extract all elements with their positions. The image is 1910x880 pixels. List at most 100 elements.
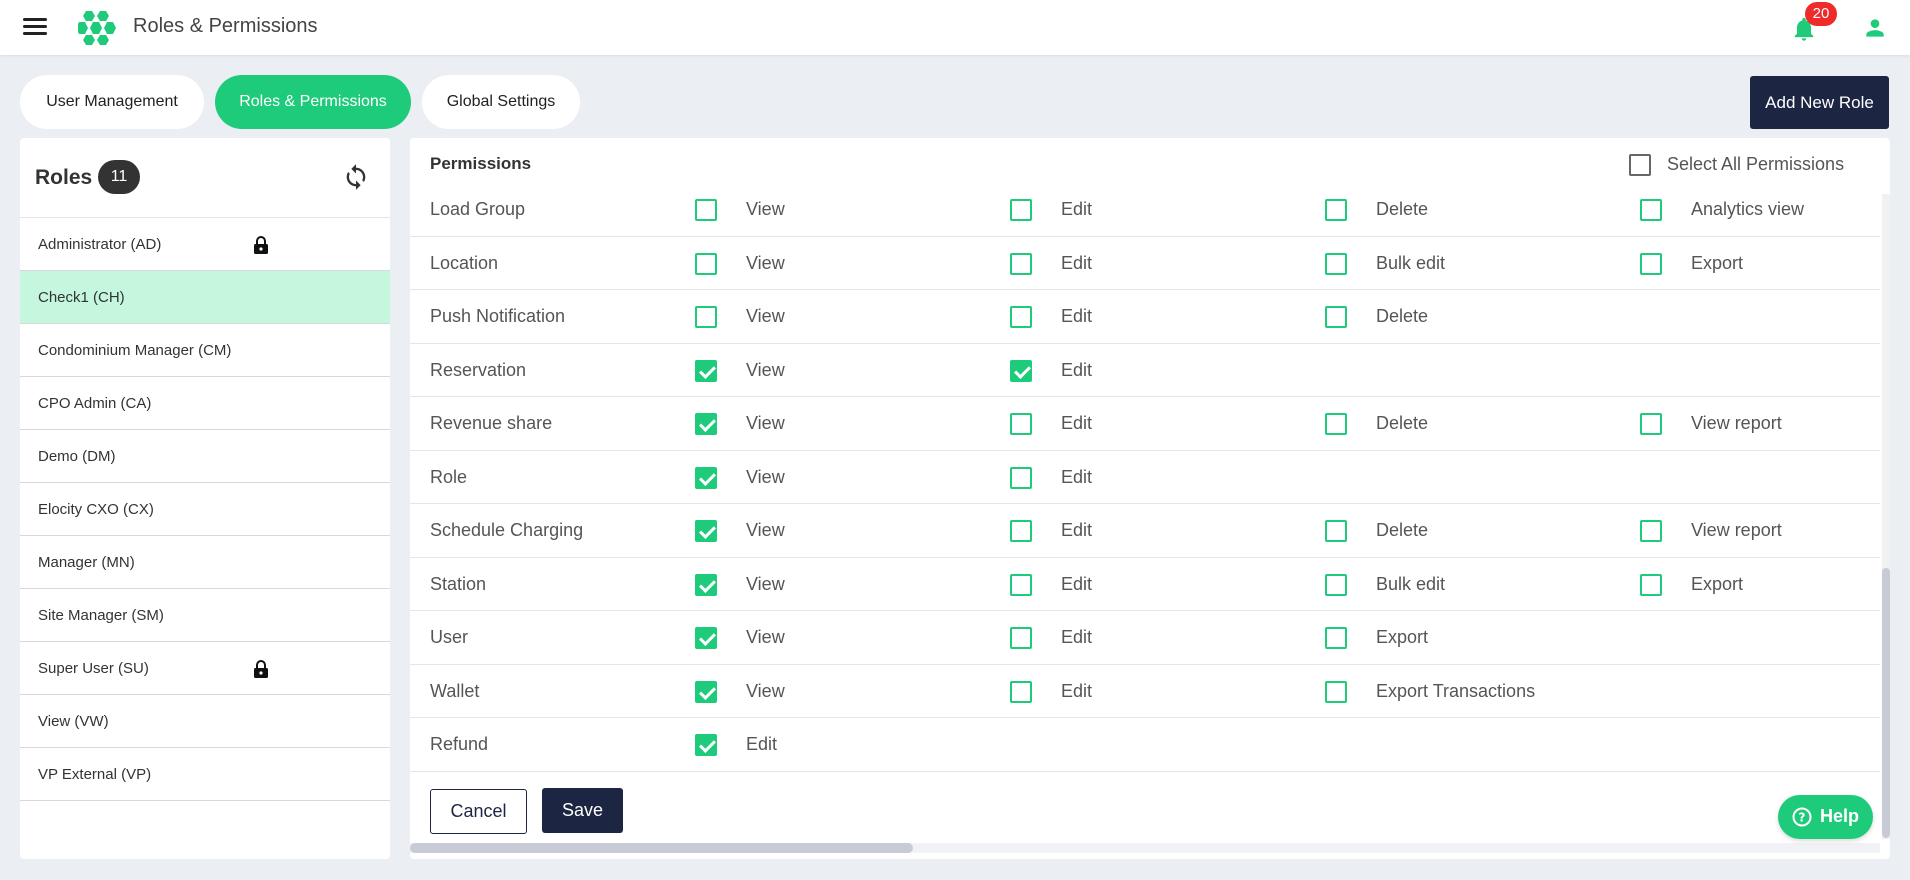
role-item[interactable]: Elocity CXO (CX) <box>20 483 390 536</box>
permission-label: Bulk edit <box>1376 573 1446 594</box>
add-new-role-button[interactable]: Add New Role <box>1750 76 1889 129</box>
permission-checkbox[interactable] <box>1010 199 1032 221</box>
hexagon-logo <box>78 11 116 45</box>
permission-row: Location View Edit Bulk edit Export <box>410 237 1880 290</box>
role-item[interactable]: Check1 (CH) <box>20 271 390 324</box>
role-item[interactable]: Manager (MN) <box>20 536 390 589</box>
permission-checkbox[interactable] <box>695 520 717 542</box>
select-all-checkbox[interactable] <box>1629 154 1651 176</box>
permission-checkbox[interactable] <box>1325 413 1347 435</box>
permission-checkbox[interactable] <box>695 734 717 756</box>
permission-label: View report <box>1691 413 1782 433</box>
permission-checkbox[interactable] <box>1010 306 1032 328</box>
permission-checkbox[interactable] <box>1010 627 1032 649</box>
permission-name: Location <box>430 252 499 273</box>
permission-checkbox[interactable] <box>1640 520 1662 542</box>
permission-label: Edit <box>1061 680 1093 701</box>
permission-checkbox[interactable] <box>1325 573 1347 596</box>
role-item[interactable]: CPO Admin (CA) <box>20 377 390 430</box>
permission-checkbox[interactable] <box>695 573 717 596</box>
role-item[interactable]: VP External (VP) <box>20 748 390 801</box>
permission-checkbox[interactable] <box>1010 573 1032 596</box>
permission-checkbox[interactable] <box>1010 520 1032 542</box>
vertical-scrollbar-thumb[interactable] <box>1882 568 1890 838</box>
role-item[interactable]: Super User (SU) <box>20 642 390 695</box>
permission-checkbox[interactable] <box>1640 413 1662 435</box>
permission-checkbox[interactable] <box>695 680 717 703</box>
permission-checkbox[interactable] <box>1325 252 1347 275</box>
cancel-button[interactable]: Cancel <box>430 789 527 834</box>
permission-checkbox[interactable] <box>1010 252 1032 275</box>
permission-checkbox[interactable] <box>1640 199 1662 221</box>
save-button[interactable]: Save <box>542 788 623 833</box>
permission-checkbox[interactable] <box>1325 199 1347 221</box>
menu-icon[interactable] <box>23 18 47 36</box>
permission-rows: Load Group View Edit Delete Analytics view Lo… <box>410 183 1880 772</box>
permission-checkbox[interactable] <box>1010 359 1032 382</box>
permission-checkbox[interactable] <box>1010 680 1032 703</box>
lock-icon <box>254 236 268 254</box>
lock-icon <box>254 660 268 678</box>
permission-checkbox[interactable] <box>1010 466 1032 489</box>
permission-checkbox[interactable] <box>695 627 717 649</box>
permission-checkbox[interactable] <box>1325 627 1347 649</box>
permission-label: Export <box>1691 252 1744 273</box>
permission-label: Export <box>1376 627 1429 647</box>
permission-row: Push Notification View Edit Delete <box>410 290 1880 344</box>
permission-row: Reservation View Edit <box>410 344 1880 397</box>
permission-label: Edit <box>1061 306 1093 326</box>
permission-label: Edit <box>1061 520 1093 540</box>
permission-checkbox[interactable] <box>695 199 717 221</box>
permission-checkbox[interactable] <box>1325 306 1347 328</box>
role-item[interactable]: Condominium Manager (CM) <box>20 324 390 377</box>
permission-checkbox[interactable] <box>695 359 717 382</box>
role-item[interactable]: Administrator (AD) <box>20 218 390 271</box>
permission-label: Edit <box>746 734 778 754</box>
permission-name: Schedule Charging <box>430 520 584 540</box>
svg-text:?: ? <box>1799 811 1806 825</box>
roles-title: Roles <box>35 166 93 189</box>
user-icon[interactable] <box>1862 15 1888 41</box>
permission-label: Export <box>1691 573 1744 594</box>
tab-roles-permissions[interactable]: Roles & Permissions <box>215 75 411 129</box>
permission-checkbox[interactable] <box>695 252 717 275</box>
role-item[interactable]: Demo (DM) <box>20 430 390 483</box>
permission-label: Edit <box>1061 573 1093 594</box>
permission-name: Revenue share <box>430 413 553 433</box>
permission-row: User View Edit Export <box>410 611 1880 665</box>
permission-checkbox[interactable] <box>1640 252 1662 275</box>
role-item[interactable]: View (VW) <box>20 695 390 748</box>
role-label: Super User (SU) <box>38 660 149 677</box>
permission-name: Reservation <box>430 359 527 380</box>
tab-user-management[interactable]: User Management <box>20 75 204 129</box>
horizontal-scrollbar-thumb[interactable] <box>410 843 913 853</box>
permission-name: Role <box>430 466 468 487</box>
permission-label: View <box>746 520 785 540</box>
permission-label: Delete <box>1376 520 1429 540</box>
role-list: Administrator (AD) Check1 (CH) Condominium… <box>20 218 390 801</box>
permission-label: Edit <box>1061 627 1093 647</box>
role-item[interactable]: Site Manager (SM) <box>20 589 390 642</box>
permission-checkbox[interactable] <box>1325 520 1347 542</box>
permission-checkbox[interactable] <box>695 413 717 435</box>
tab-global-settings[interactable]: Global Settings <box>422 75 580 129</box>
role-label: Elocity CXO (CX) <box>38 501 154 518</box>
permission-label: Edit <box>1061 413 1093 433</box>
permission-label: Edit <box>1061 199 1093 219</box>
permission-name: Load Group <box>430 199 526 219</box>
roles-panel: Roles 11 Administrator (AD) Check1 (CH) Co… <box>20 138 390 859</box>
permission-checkbox[interactable] <box>1010 413 1032 435</box>
role-label: VP External (VP) <box>38 766 152 783</box>
permission-checkbox[interactable] <box>695 466 717 489</box>
permission-label: Edit <box>1061 466 1093 487</box>
permission-name: Refund <box>430 734 489 754</box>
permission-label: View <box>746 680 785 701</box>
refresh-icon[interactable] <box>342 163 370 191</box>
role-label: Site Manager (SM) <box>38 607 164 624</box>
permission-checkbox[interactable] <box>695 306 717 328</box>
role-label: Administrator (AD) <box>38 236 162 253</box>
help-button[interactable]: ? Help <box>1778 795 1873 839</box>
permission-checkbox[interactable] <box>1640 573 1662 596</box>
permission-label: Analytics view <box>1691 199 1805 219</box>
permission-checkbox[interactable] <box>1325 680 1347 703</box>
